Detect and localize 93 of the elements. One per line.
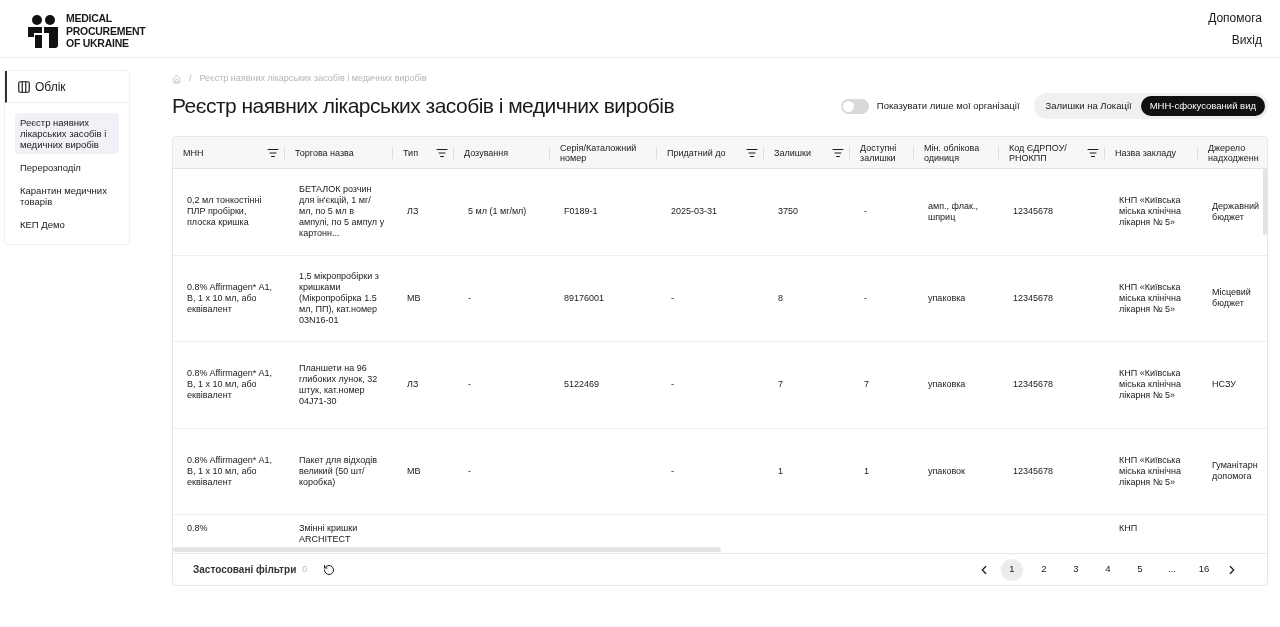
table-cell-text: Місцевий бюджет — [1212, 287, 1252, 310]
column-header: Серія/Каталожний номер — [560, 142, 638, 163]
table-cell-text: упаковка — [928, 292, 967, 304]
table-cell-text: - — [864, 292, 868, 304]
table-cell-text: 3750 — [778, 206, 800, 218]
table-cell-text: 12345678 — [1013, 379, 1055, 391]
filters-count: 0 — [302, 562, 308, 576]
table-cell-text: 0.8% Affirmagen* A1, B, 1 x 10 мл, або еквівалент — [187, 454, 273, 488]
filter-icon[interactable] — [267, 146, 279, 159]
column-header: МНН — [183, 147, 204, 158]
column-header: Мін. облікова одиниця — [924, 142, 981, 163]
page-button[interactable]: ... — [1161, 558, 1183, 581]
table-cell-text: - — [671, 292, 675, 304]
sidebar-item[interactable]: КЕП Демо — [15, 215, 119, 234]
table-cell-text: 1 — [778, 465, 784, 477]
table-cell-text: - — [671, 465, 675, 477]
table-cell-text: ЛЗ — [407, 206, 420, 218]
page-button[interactable]: 5 — [1129, 558, 1151, 581]
page-button[interactable]: 4 — [1097, 558, 1119, 581]
page-button[interactable]: 2 — [1033, 558, 1055, 581]
column-header: Торгова назва — [295, 147, 354, 158]
filter-icon[interactable] — [746, 146, 758, 159]
header-link[interactable]: Допомога — [1208, 10, 1262, 26]
filter-icon[interactable] — [436, 146, 448, 159]
column-header: Придатний до — [667, 147, 726, 158]
reset-icon[interactable] — [323, 563, 336, 576]
table-cell-text: - — [864, 206, 868, 218]
column-header: Доступні залишки — [860, 142, 898, 163]
table-cell-text: 8 — [778, 292, 784, 304]
table-cell-text: F0189-1 — [564, 206, 599, 218]
table-cell-text: 0.8% Affirmagen* A1, B, 1 x 10 мл, або еквівалент — [187, 281, 273, 315]
page-title: Реєстр наявних лікарських засобів і медичних виробів — [172, 93, 675, 120]
table-cell-text: Гуманітарн допомога — [1212, 460, 1259, 483]
table-cell-text: 0.8% — [187, 523, 209, 534]
table-cell-text: Планшети на 96 глибоких лунок, 32 штук, кат.номер 04J71-30 — [299, 362, 379, 407]
table-cell-text: 0.8% Affirmagen* A1, B, 1 x 10 мл, або еквівалент — [187, 368, 273, 402]
table-cell-text: 7 — [864, 379, 870, 391]
table-cell-text: 12345678 — [1013, 292, 1055, 304]
page-button[interactable]: 16 — [1193, 558, 1215, 581]
table-cell-text: амп., флак., шприц — [928, 200, 979, 223]
table-cell-text: - — [468, 292, 472, 304]
table-cell-text: 2025-03-31 — [671, 206, 719, 218]
page-button[interactable]: 3 — [1065, 558, 1087, 581]
column-header: Залишки — [774, 147, 811, 158]
column-header: Тип — [403, 147, 418, 158]
sidebar-section[interactable]: Облік — [5, 71, 129, 103]
table-cell-text: - — [468, 465, 472, 477]
table-cell-text: 7 — [778, 379, 784, 391]
table-cell-text: МВ — [407, 465, 422, 477]
table-cell-text: ЛЗ — [407, 379, 420, 391]
column-header: Дозування — [464, 147, 509, 158]
table-cell-text: 12345678 — [1013, 206, 1055, 218]
columns-icon — [17, 79, 31, 94]
horizontal-scrollbar[interactable] — [173, 547, 721, 552]
filter-icon[interactable] — [832, 146, 844, 159]
table-cell-text: МВ — [407, 292, 422, 304]
table-cell-text: - — [671, 379, 675, 391]
table-cell-text: КНП «Київська міська клінічна лікарня № 5» — [1119, 195, 1182, 229]
sidebar-item[interactable]: Реєстр наявних лікарських засобів і медичних виробів — [15, 113, 119, 154]
table-cell-text: 12345678 — [1013, 465, 1055, 477]
table-cell-text: КНП «Київська міська клінічна лікарня № 5» — [1119, 368, 1182, 402]
header-link[interactable]: Вихід — [1231, 32, 1262, 48]
table-cell-text: НСЗУ — [1212, 379, 1237, 391]
column-header: Назва закладу — [1115, 147, 1176, 158]
table-cell-text: КНП «Київська міська клінічна лікарня № 5» — [1119, 281, 1182, 315]
view-option[interactable]: Залишки на Локації — [1036, 96, 1141, 116]
table-cell-text: КНП — [1119, 523, 1139, 534]
table-cell-text: Пакет для відходів великий (50 шт/коробка) — [299, 454, 378, 488]
logo-text: MEDICAL PROCUREMENT OF UKRAINE — [66, 12, 146, 50]
column-header: Код ЄДРПОУ/ РНОКПП — [1009, 142, 1068, 163]
table-cell-text: упаковок — [928, 465, 967, 477]
breadcrumb-separator: / — [189, 72, 192, 86]
column-header: Джерело надходженн — [1208, 142, 1260, 163]
table-cell-text: - — [468, 379, 472, 391]
sidebar-item[interactable]: Карантин медичних товарів — [15, 181, 119, 211]
table-cell-text: 1,5 мікропробірки з кришками (Мікропробірка 1.5 мл, ПП), кат.номер 03N16-01 — [299, 270, 380, 326]
filters-label: Застосовані фільтри — [193, 563, 297, 577]
table-cell-text: Державний бюджет — [1212, 200, 1260, 223]
page-button[interactable]: 1 — [1001, 558, 1023, 581]
toggle-switch[interactable] — [840, 98, 869, 114]
table-cell-text: КНП «Київська міська клінічна лікарня № 5» — [1119, 454, 1182, 488]
table-cell-text: 5122469 — [564, 379, 601, 391]
filter-icon[interactable] — [1087, 146, 1099, 159]
sidebar-item[interactable]: Перерозподіл — [15, 158, 119, 177]
table-cell-text: упаковка — [928, 379, 967, 391]
table-cell-text: 1 — [864, 465, 870, 477]
table-cell-text: Змінні кришки ARCHITECT — [299, 523, 359, 545]
table-cell-text: 0,2 мл тонкостінні ПЛР пробірки, плоска кришка — [187, 195, 263, 229]
table-cell: БЕТАЛОК розчин для ін'єкцій, 1 мг/ мл, по 5 мл в ампулі, по 5 ампул у картонн... — [299, 184, 385, 240]
table-cell-text: 89176001 — [564, 292, 606, 304]
view-option[interactable]: МНН-сфокусований вид — [1140, 96, 1265, 116]
toggle-label: Показувати лише мої організації — [876, 98, 1020, 113]
table-cell-text: 5 мл (1 мг/мл) — [468, 206, 528, 218]
